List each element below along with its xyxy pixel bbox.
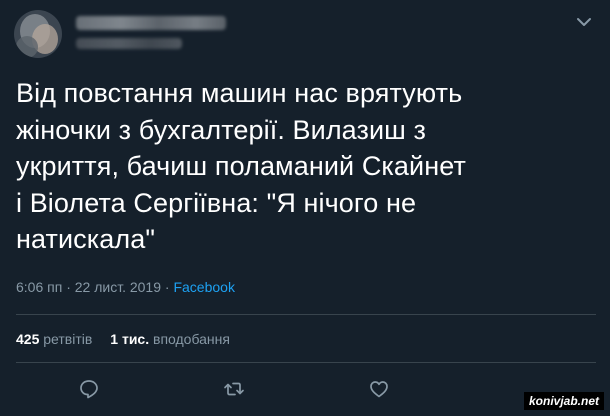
retweets-count: 425 (16, 331, 40, 347)
divider (16, 314, 596, 315)
meta-separator: · (161, 279, 174, 295)
retweet-button[interactable] (223, 378, 245, 400)
reply-button[interactable] (78, 378, 100, 400)
tweet-card: Від повстання машин нас врятують жiночки… (0, 0, 610, 416)
author-name-blurred[interactable] (76, 16, 226, 30)
meta-separator: · (62, 279, 75, 295)
watermark: konivjab.net (523, 392, 604, 410)
divider (16, 362, 596, 363)
retweet-icon (224, 382, 244, 396)
likes-label: вподобання (153, 331, 230, 347)
author-handle-blurred[interactable] (76, 38, 182, 49)
chevron-down-icon[interactable] (574, 12, 594, 32)
tweet-time[interactable]: 6:06 пп (16, 279, 62, 295)
tweet-stats: 425 ретвітів 1 тис. вподобання (16, 331, 230, 347)
like-button[interactable] (368, 378, 390, 400)
avatar-blur (16, 36, 38, 58)
tweet-text: Від повстання машин нас врятують жiночки… (16, 78, 466, 254)
likes-count: 1 тис. (110, 331, 150, 347)
likes-stat[interactable]: 1 тис. вподобання (110, 331, 230, 347)
tweet-date[interactable]: 22 лист. 2019 (75, 279, 161, 295)
speech-bubble-icon (80, 380, 98, 399)
retweets-label: ретвітів (43, 331, 93, 347)
retweets-stat[interactable]: 425 ретвітів (16, 331, 92, 347)
avatar[interactable] (14, 10, 62, 58)
tweet-source-link[interactable]: Facebook (173, 279, 234, 295)
heart-icon (370, 381, 388, 398)
tweet-meta: 6:06 пп · 22 лист. 2019 · Facebook (16, 279, 235, 295)
